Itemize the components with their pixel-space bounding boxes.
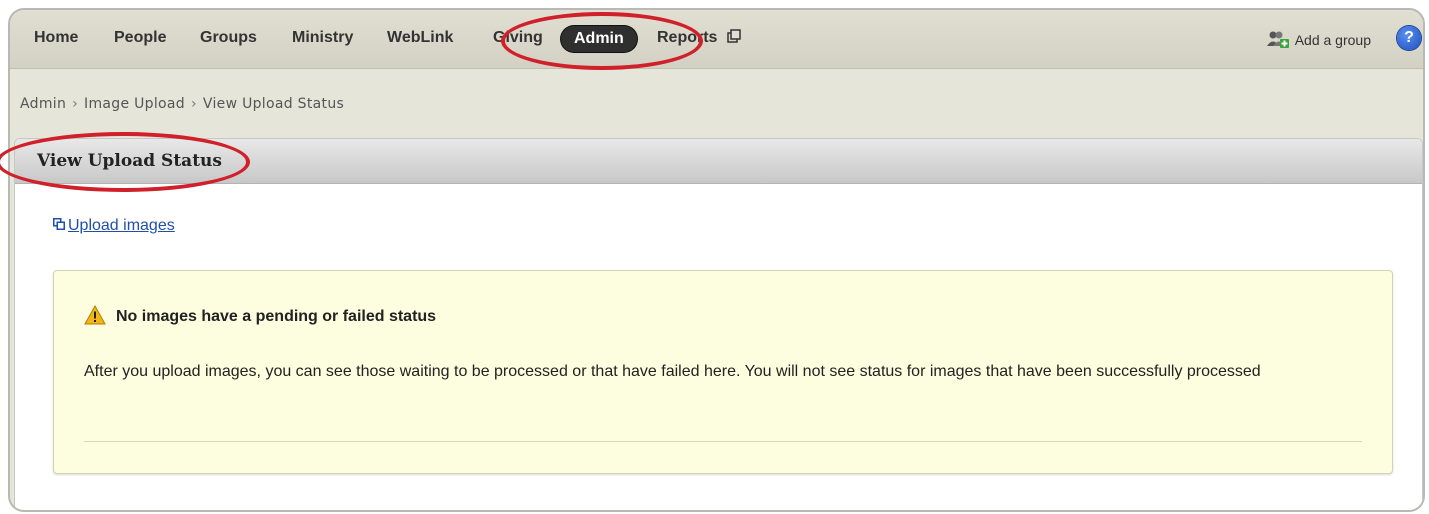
upload-images-label: Upload images bbox=[68, 217, 175, 234]
nav-admin-active[interactable]: Admin bbox=[561, 26, 637, 52]
breadcrumb-separator: › bbox=[72, 96, 79, 112]
notice-body: After you upload images, you can see tho… bbox=[84, 363, 1261, 380]
nav-people[interactable]: People bbox=[114, 29, 166, 47]
nav-ministry[interactable]: Ministry bbox=[292, 29, 353, 47]
nav-reports-label: Reports bbox=[657, 29, 718, 46]
nav-weblink[interactable]: WebLink bbox=[387, 29, 453, 47]
upload-images-link[interactable]: Upload images bbox=[53, 217, 175, 235]
main-panel: View Upload Status Upload images No imag… bbox=[14, 138, 1423, 510]
add-group-label: Add a group bbox=[1294, 32, 1371, 48]
page-title: View Upload Status bbox=[37, 151, 222, 171]
breadcrumb-image-upload[interactable]: Image Upload bbox=[84, 96, 185, 112]
add-group-button[interactable]: Add a group bbox=[1266, 30, 1371, 48]
help-icon[interactable]: ? bbox=[1397, 26, 1421, 50]
warning-icon bbox=[84, 305, 106, 325]
app-window: Home People Groups Ministry WebLink Givi… bbox=[8, 8, 1425, 512]
nav-groups[interactable]: Groups bbox=[200, 29, 257, 47]
notice-title-text: No images have a pending or failed statu… bbox=[116, 308, 437, 325]
breadcrumb-admin[interactable]: Admin bbox=[20, 96, 66, 112]
status-notice: No images have a pending or failed statu… bbox=[53, 270, 1393, 474]
nav-reports[interactable]: Reports bbox=[657, 29, 741, 47]
external-window-icon bbox=[727, 29, 741, 43]
breadcrumb-separator: › bbox=[190, 96, 197, 112]
notice-title: No images have a pending or failed statu… bbox=[84, 305, 436, 326]
top-navigation-bar: Home People Groups Ministry WebLink Givi… bbox=[10, 10, 1423, 69]
divider bbox=[84, 441, 1362, 442]
add-group-icon bbox=[1266, 31, 1289, 48]
nav-home[interactable]: Home bbox=[34, 29, 78, 47]
breadcrumb-current: View Upload Status bbox=[202, 96, 345, 112]
breadcrumb: Admin › Image Upload › View Upload Status bbox=[20, 96, 344, 112]
new-window-link-icon bbox=[53, 218, 65, 230]
nav-giving[interactable]: Giving bbox=[493, 29, 543, 47]
panel-header: View Upload Status bbox=[15, 139, 1422, 184]
